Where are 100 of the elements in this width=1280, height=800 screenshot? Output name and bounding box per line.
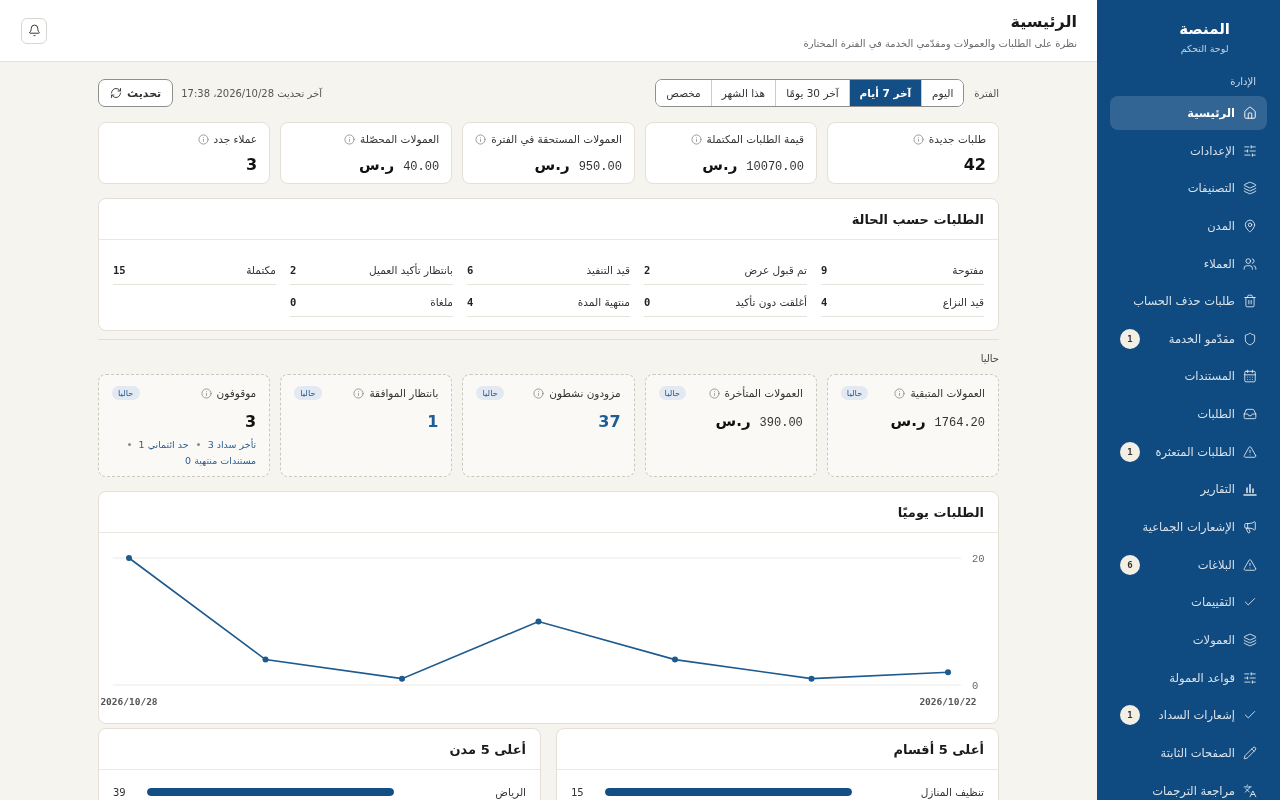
status-label: مكتملة: [246, 264, 276, 276]
layers-icon: [1243, 181, 1257, 196]
sidebar-item[interactable]: المدن: [1110, 208, 1267, 243]
sidebar-item[interactable]: المستندات: [1110, 359, 1267, 394]
current-badge: حاليا: [112, 386, 140, 400]
card-title: مزودون نشطون: [549, 387, 621, 399]
ranking-count: 15: [571, 786, 585, 798]
chart-point: [262, 656, 269, 663]
count-badge: 1: [1120, 328, 1140, 349]
current-badge: حاليا: [658, 386, 687, 400]
axis-label: 2026/10/28: [100, 696, 158, 707]
status-label: ملغاة: [430, 296, 453, 308]
pencil-icon: [1243, 745, 1257, 760]
warning-icon: [1243, 444, 1257, 459]
info-icon: [344, 133, 356, 145]
card-title: العمولات المتأخرة: [724, 387, 803, 399]
status-count: 2: [290, 264, 297, 276]
sidebar-item[interactable]: التقييمات: [1110, 585, 1267, 620]
count-value: 3: [245, 155, 258, 174]
card-title: موقوفون: [216, 387, 257, 399]
sidebar-item[interactable]: طلبات حذف الحساب: [1110, 284, 1267, 319]
sidebar-item[interactable]: العملاء: [1110, 246, 1267, 281]
count-value: 3: [245, 412, 257, 431]
info-icon: [690, 133, 702, 145]
detail-link[interactable]: تأخر سداد 3: [207, 439, 257, 450]
status-label: مفتوحة: [952, 264, 984, 276]
brand-title: المنصة: [1179, 19, 1230, 39]
status-count: 6: [467, 264, 474, 276]
home-icon: [1243, 106, 1257, 120]
info-icon: [533, 387, 545, 399]
section-label: الإدارة: [1229, 76, 1256, 87]
panel-title: الطلبات حسب الحالة: [851, 211, 984, 227]
sidebar-item[interactable]: التصنيفات: [1110, 171, 1267, 206]
count-badge: 1: [1120, 441, 1140, 462]
page-title: الرئيسية: [1010, 12, 1077, 32]
trash-icon: [1243, 294, 1257, 309]
amount-value: 390.00: [759, 416, 803, 430]
amount-value: 950.00: [578, 160, 622, 174]
count-value: 42: [963, 155, 986, 174]
card-title: العمولات المستحقة في الفترة: [491, 133, 622, 145]
count-value: 1: [427, 412, 439, 431]
status-count: 4: [821, 296, 828, 308]
sidebar-item[interactable]: الطلبات: [1110, 397, 1267, 432]
status-count: 4: [467, 296, 474, 308]
status-label: منتهية المدة: [577, 296, 630, 308]
chart-point: [399, 675, 405, 682]
sidebar-item[interactable]: الرئيسية: [1110, 96, 1267, 130]
period-tab[interactable]: اليوم: [921, 80, 964, 106]
detail-link[interactable]: حد ائتماني 1: [138, 439, 189, 450]
status-count: 2: [644, 264, 651, 276]
sidebar-item[interactable]: الإعدادات: [1110, 133, 1267, 168]
sidebar-item[interactable]: العمولات: [1110, 622, 1267, 657]
card-title: عملاء جدد: [213, 133, 258, 145]
sidebar-item[interactable]: الإشعارات الجماعية: [1110, 510, 1267, 545]
sidebar-item[interactable]: التقارير: [1110, 472, 1267, 507]
detail-link[interactable]: مستندات منتهية 0: [185, 455, 257, 466]
map-pin-icon: [1243, 218, 1257, 233]
refresh-button[interactable]: تحديث: [98, 79, 174, 107]
info-icon: [197, 133, 209, 145]
status-label: قيد النزاع: [942, 296, 984, 308]
current-badge: حاليا: [294, 386, 322, 400]
refresh-icon: [110, 87, 122, 99]
shield-icon: [1243, 331, 1257, 346]
chart-point: [535, 618, 542, 625]
section-caption: حاليا: [979, 353, 999, 364]
period-tab[interactable]: آخر 7 أيام: [848, 80, 922, 106]
sliders-icon: [1243, 143, 1257, 158]
ranking-count: 39: [113, 786, 127, 798]
notifications-button[interactable]: [21, 17, 47, 44]
status-count: 0: [644, 296, 651, 308]
bar-chart-icon: [1243, 482, 1257, 497]
status-count: 0: [290, 296, 297, 308]
inbox-icon: [1243, 407, 1257, 422]
sidebar-item[interactable]: قواعد العمولة: [1110, 660, 1267, 695]
users-icon: [1243, 256, 1257, 271]
layers-icon: [1243, 632, 1257, 647]
currency-label: ر.س: [359, 156, 395, 174]
ranking-label: تنظيف المنازل: [919, 786, 984, 798]
info-icon: [353, 387, 365, 399]
info-icon: [708, 387, 720, 399]
card-title: طلبات جديدة: [928, 133, 986, 145]
info-icon: [894, 387, 906, 399]
panel-title: أعلى 5 أقسام: [893, 741, 984, 757]
sliders-icon: [1243, 670, 1257, 685]
sidebar-item[interactable]: مراجعة الترجمات: [1110, 773, 1267, 800]
ranking-label: الرياض: [494, 786, 526, 798]
period-label: الفترة: [974, 87, 999, 99]
info-icon: [912, 133, 924, 145]
current-badge: حاليا: [476, 386, 504, 400]
status-label: أغلقت دون تأكيد: [735, 296, 807, 308]
chart-point: [808, 675, 815, 682]
sidebar-item[interactable]: الصفحات الثابتة: [1110, 735, 1267, 770]
card-title: العمولات المحصّلة: [360, 133, 440, 145]
status-count: 9: [821, 264, 828, 276]
dot-icon: [127, 443, 131, 446]
translate-icon: [1243, 783, 1257, 798]
info-icon: [200, 387, 212, 399]
axis-label: 20: [972, 553, 985, 565]
warning-icon: [1243, 557, 1257, 572]
count-badge: 1: [1120, 705, 1140, 726]
